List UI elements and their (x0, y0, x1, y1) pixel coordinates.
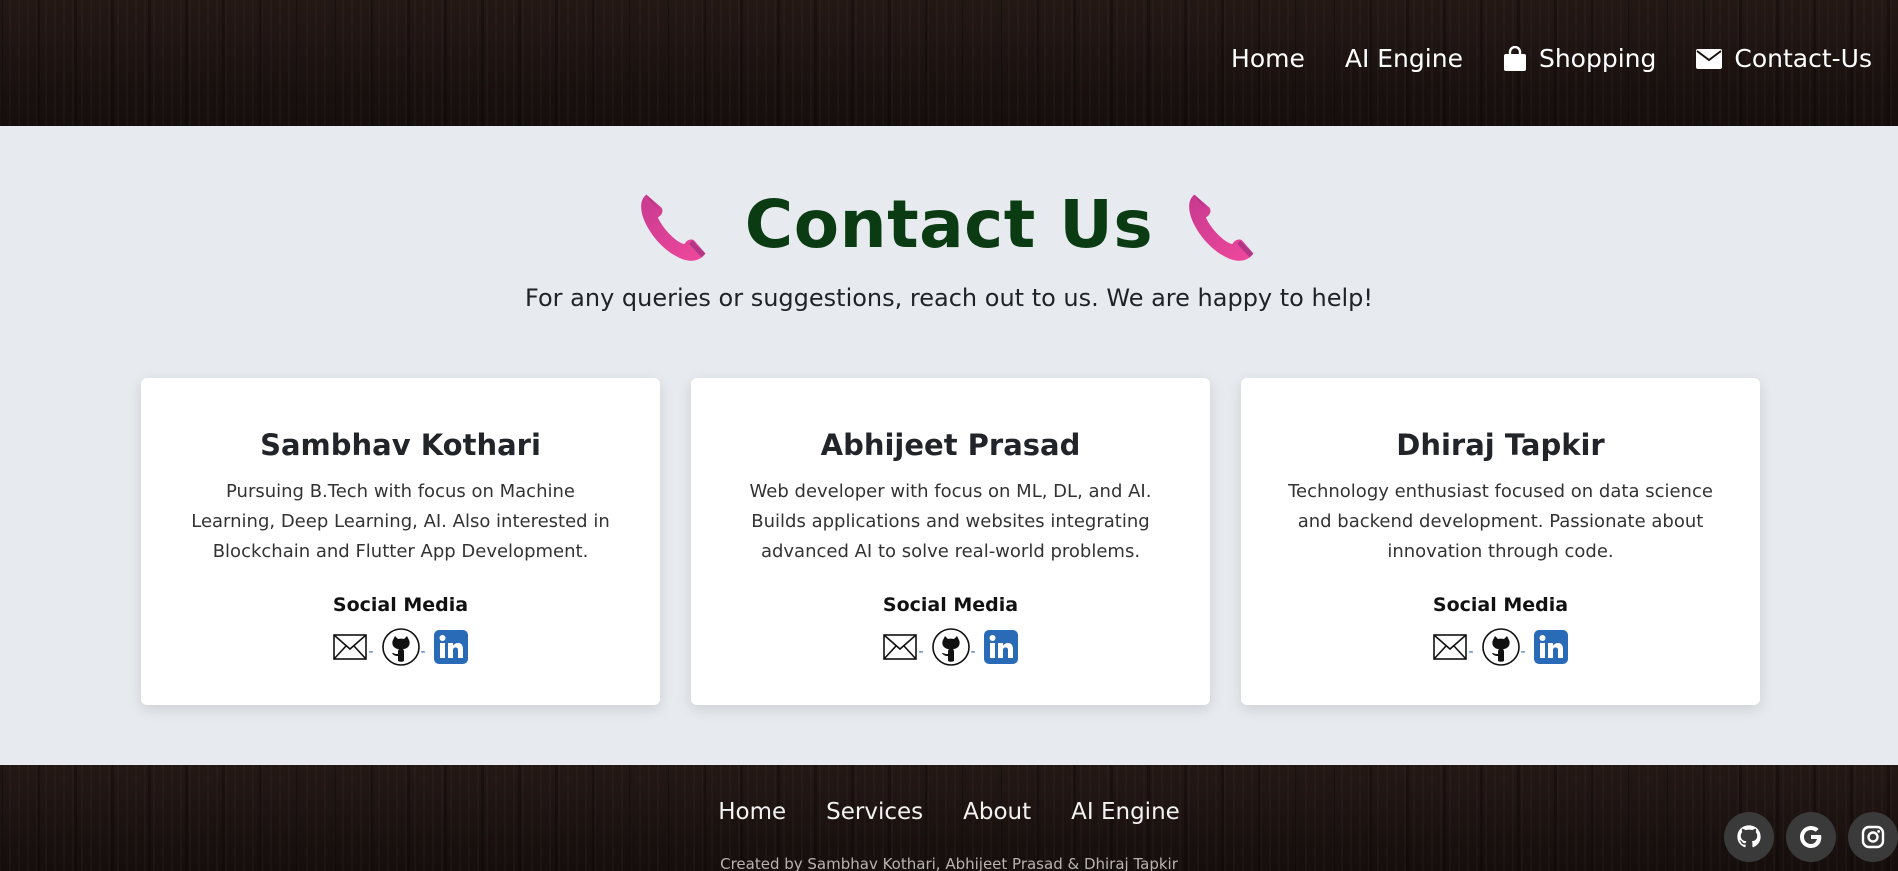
contact-main: Contact Us For any queries or suggestion… (0, 126, 1898, 765)
separator: - (1520, 644, 1526, 660)
title-row: Contact Us (0, 186, 1898, 263)
card-description: Web developer with focus on ML, DL, and … (749, 481, 1152, 562)
envelope-icon (1696, 48, 1723, 69)
separator: - (1468, 644, 1474, 660)
separator: - (918, 644, 924, 660)
nav-home-label: Home (1231, 44, 1305, 73)
shopping-bag-icon (1503, 45, 1526, 71)
card-name: Dhiraj Tapkir (1396, 428, 1605, 462)
nav-home[interactable]: Home (1231, 44, 1305, 73)
telephone-receiver-icon (640, 194, 706, 261)
footer-credit: Created by Sambhav Kothari, Abhijeet Pra… (720, 855, 1178, 871)
social-icons: - - (141, 628, 660, 666)
page-title: Contact Us (744, 186, 1154, 263)
footer-link-ai-engine[interactable]: AI Engine (1071, 799, 1180, 825)
nav-ai-engine[interactable]: AI Engine (1345, 44, 1463, 73)
card-description: Pursuing B.Tech with focus on Machine Le… (191, 481, 610, 562)
card-name: Abhijeet Prasad (820, 428, 1081, 462)
linkedin-link[interactable] (1533, 630, 1568, 664)
linkedin-icon (983, 630, 1018, 664)
social-icons: - - (691, 628, 1210, 666)
github-icon (1737, 825, 1761, 848)
team-cards: Sambhav Kothari Pursuing B.Tech with foc… (141, 378, 1760, 705)
mail-icon (1433, 634, 1468, 660)
github-link[interactable]: - (1481, 628, 1526, 666)
mail-link[interactable]: - (883, 634, 924, 660)
page-subtitle: For any queries or suggestions, reach ou… (525, 284, 1373, 312)
linkedin-link[interactable] (433, 630, 468, 664)
github-icon (931, 628, 970, 666)
footer-links: Home Services About AI Engine (0, 799, 1898, 825)
footer-link-home[interactable]: Home (718, 799, 786, 825)
team-card: Abhijeet Prasad Web developer with focus… (691, 378, 1210, 705)
telephone-receiver-icon (1189, 194, 1254, 261)
top-navbar: Home AI Engine Shopping Contact-Us (0, 0, 1898, 126)
github-icon (1481, 628, 1520, 666)
social-media-heading: Social Media (882, 594, 1019, 616)
separator: - (420, 644, 426, 660)
linkedin-link[interactable] (983, 630, 1018, 664)
github-icon (381, 628, 420, 666)
mail-icon (883, 634, 918, 660)
team-card: Sambhav Kothari Pursuing B.Tech with foc… (141, 378, 660, 705)
card-name: Sambhav Kothari (260, 428, 541, 462)
footer-social (1712, 812, 1898, 862)
social-icons: - - (1241, 628, 1760, 666)
social-media-heading: Social Media (332, 594, 469, 616)
nav-ai-engine-label: AI Engine (1344, 44, 1463, 73)
footer-google-button[interactable] (1786, 812, 1836, 862)
footer-instagram-button[interactable] (1848, 812, 1898, 862)
github-link[interactable]: - (931, 628, 976, 666)
footer-link-about[interactable]: About (963, 799, 1031, 825)
separator: - (368, 644, 374, 660)
nav-contact-us-label: Contact-Us (1734, 44, 1872, 73)
footer-github-button[interactable] (1724, 812, 1774, 862)
nav-links: Home AI Engine Shopping Contact-Us (1191, 44, 1872, 73)
mail-link[interactable]: - (1433, 634, 1474, 660)
github-link[interactable]: - (381, 628, 426, 666)
social-media-heading: Social Media (1432, 594, 1569, 616)
mail-icon (333, 634, 368, 660)
footer-link-services[interactable]: Services (826, 799, 923, 825)
nav-shopping[interactable]: Shopping (1503, 44, 1656, 73)
page-footer: Home Services About AI Engine Created by… (0, 765, 1898, 871)
team-card: Dhiraj Tapkir Technology enthusiast focu… (1241, 378, 1760, 705)
linkedin-icon (1533, 630, 1568, 664)
card-description: Technology enthusiast focused on data sc… (1288, 481, 1713, 562)
linkedin-icon (433, 630, 468, 664)
nav-shopping-label: Shopping (1538, 44, 1657, 73)
google-icon (1800, 826, 1822, 848)
instagram-icon (1861, 825, 1885, 849)
mail-link[interactable]: - (333, 634, 374, 660)
separator: - (970, 644, 976, 660)
nav-contact-us[interactable]: Contact-Us (1696, 44, 1872, 73)
